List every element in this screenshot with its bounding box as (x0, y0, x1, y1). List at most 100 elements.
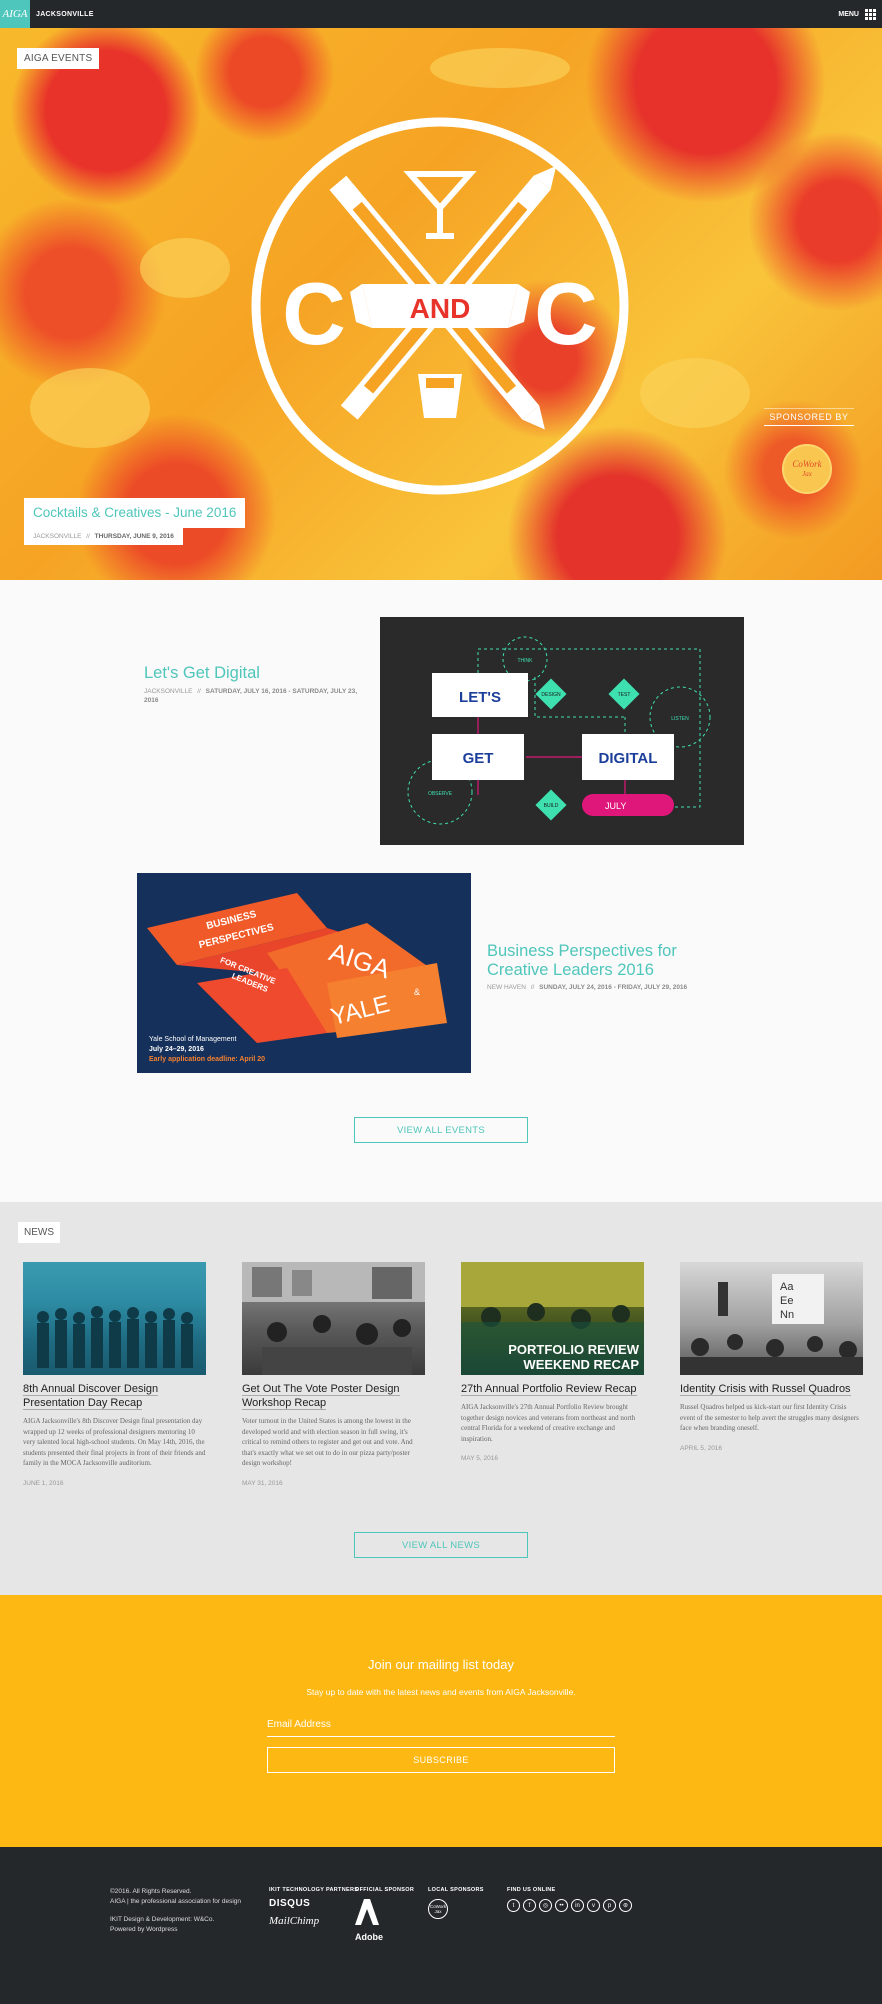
news-thumbnail[interactable] (242, 1262, 425, 1375)
cowork-jax-logo[interactable]: CoWork Jax (782, 444, 832, 494)
aiga-events-tag[interactable]: AIGA EVENTS (17, 48, 100, 69)
dev-credit[interactable]: IKIT Design & Development: W&Co. (110, 1915, 241, 1925)
group-photo (37, 1306, 193, 1368)
hero-event[interactable]: AIGA EVENTS AND C C SPONSORED BY CoWork … (0, 28, 882, 580)
news-tag[interactable]: NEWS (18, 1222, 60, 1243)
diamond-test: TEST (618, 692, 631, 698)
news-title[interactable]: Get Out The Vote Poster Design Workshop … (242, 1382, 425, 1410)
adobe-icon (355, 1899, 379, 1925)
news-date: APRIL 5, 2016 (680, 1444, 723, 1452)
subscribe-button[interactable]: SUBSCRIBE (267, 1747, 615, 1773)
news-thumbnail[interactable] (23, 1262, 206, 1375)
mailchimp-logo[interactable]: MailChimp (269, 1915, 319, 1927)
digital-pill-text: JULY (605, 801, 626, 811)
news-card[interactable]: 8th Annual Discover Design Presentation … (23, 1262, 206, 1487)
news-card[interactable]: Aa Ee Nn Identity Crisis with Russel Qua… (680, 1262, 863, 1452)
hero-texture (140, 238, 230, 298)
twitter-icon[interactable]: t (507, 1899, 520, 1912)
menu-button[interactable]: MENU (838, 0, 876, 28)
digital-word-lets: LET'S (459, 689, 501, 706)
event-image-lets-get-digital[interactable]: LET'S GET DIGITAL DESIGN TEST BUILD THIN… (380, 617, 744, 845)
meta-separator: // (530, 984, 535, 991)
emblem-left-c: C (282, 264, 346, 363)
hero-date: THURSDAY, JUNE 9, 2016 (94, 533, 174, 540)
news-excerpt: Voter turnout in the United States is am… (242, 1417, 413, 1467)
social-links: t f ◎ •• in v p ⊛ (507, 1899, 632, 1912)
local-sponsors-heading: LOCAL SPONSORS (428, 1887, 484, 1893)
instagram-icon[interactable]: ◎ (539, 1899, 552, 1912)
dribbble-icon[interactable]: ⊛ (619, 1899, 632, 1912)
sponsor-logo-line1: CoWork (792, 459, 822, 469)
powered-by[interactable]: Powered by Wordpress (110, 1925, 241, 1935)
hero-texture (430, 48, 570, 88)
hero-title-box[interactable]: Cocktails & Creatives - June 2016 (24, 498, 246, 528)
news-title[interactable]: 27th Annual Portfolio Review Recap (461, 1382, 644, 1396)
emblem-and-text: AND (410, 293, 471, 324)
circle-observe: OBSERVE (428, 791, 453, 797)
page: AIGA JACKSONVILLE MENU AIGA EVENTS AND C… (0, 0, 882, 2004)
event-title-line[interactable]: Creative Leaders 2016 (487, 961, 717, 980)
thumb-glyph: Ee (780, 1295, 793, 1307)
footer-copyright-block: ©2016. All Rights Reserved. AIGA | the p… (110, 1887, 241, 1935)
thumb-glyph: Aa (780, 1281, 794, 1293)
linkedin-icon[interactable]: in (571, 1899, 584, 1912)
news-date: MAY 31, 2016 (242, 1479, 283, 1487)
event-date: SUNDAY, JULY 24, 2016 - FRIDAY, JULY 29,… (539, 984, 688, 991)
event-image-business-perspectives[interactable]: BUSINESS PERSPECTIVES FOR CREATIVE LEADE… (137, 873, 471, 1073)
event-location: JACKSONVILLE (144, 688, 193, 695)
graphic-deadline: Early application deadline: April 20 (149, 1056, 265, 1063)
cocktails-and-creatives-emblem: AND C C (251, 117, 629, 495)
lets-get-digital-graphic: LET'S GET DIGITAL DESIGN TEST BUILD THIN… (407, 636, 711, 825)
news-date: JUNE 1, 2016 (23, 1479, 64, 1487)
vimeo-icon[interactable]: v (587, 1899, 600, 1912)
event-title-line[interactable]: Business Perspectives for (487, 942, 717, 961)
thumb-glyph: Nn (780, 1309, 794, 1321)
event-meta: JACKSONVILLE // SATURDAY, JULY 16, 2016 … (144, 687, 366, 705)
disqus-logo[interactable]: DISQUS (269, 1898, 310, 1909)
copyright-text: ©2016. All Rights Reserved. (110, 1888, 192, 1895)
find-us-heading: FIND US ONLINE (507, 1887, 556, 1893)
news-thumbnail[interactable]: PORTFOLIO REVIEW WEEKEND RECAP (461, 1262, 644, 1375)
view-all-news-button[interactable]: VIEW ALL NEWS (354, 1532, 528, 1558)
sponsored-by-label: SPONSORED BY (764, 408, 854, 426)
workshop-photo (242, 1262, 425, 1375)
email-field[interactable] (267, 1713, 615, 1737)
news-card[interactable]: PORTFOLIO REVIEW WEEKEND RECAP 27th Annu… (461, 1262, 644, 1462)
flickr-icon[interactable]: •• (555, 1899, 568, 1912)
menu-label: MENU (838, 10, 859, 18)
view-all-events-button[interactable]: VIEW ALL EVENTS (354, 1117, 528, 1143)
facebook-icon[interactable]: f (523, 1899, 536, 1912)
circle-listen: LISTEN (671, 716, 689, 722)
pinterest-icon[interactable]: p (603, 1899, 616, 1912)
emblem-right-c: C (534, 264, 598, 363)
mailing-subheading: Stay up to date with the latest news and… (306, 1687, 576, 1697)
aiga-logo[interactable]: AIGA (0, 0, 30, 28)
portfolio-review-photo: PORTFOLIO REVIEW WEEKEND RECAP (461, 1262, 644, 1375)
adobe-logo[interactable]: Adobe (355, 1899, 383, 1942)
news-title[interactable]: Identity Crisis with Russel Quadros (680, 1382, 863, 1396)
graphic-dates: July 24–29, 2016 (149, 1046, 204, 1053)
identity-crisis-photo: Aa Ee Nn (680, 1274, 863, 1375)
event-title-lets-get-digital[interactable]: Let's Get Digital (144, 664, 260, 683)
official-sponsor-heading: OFFICIAL SPONSOR (355, 1887, 415, 1893)
graphic-amp: & (414, 987, 420, 997)
diamond-build: BUILD (544, 803, 559, 809)
hero-title[interactable]: Cocktails & Creatives - June 2016 (33, 505, 236, 520)
hero-meta: JACKSONVILLE // THURSDAY, JUNE 9, 2016 (24, 528, 183, 545)
adobe-wordmark: Adobe (355, 1932, 383, 1942)
news-card[interactable]: Get Out The Vote Poster Design Workshop … (242, 1262, 425, 1487)
mailing-heading: Join our mailing list today (368, 1657, 514, 1672)
sponsor-logo-line2: Jax (802, 470, 812, 478)
hero-texture (30, 368, 150, 448)
grid-menu-icon (865, 8, 876, 20)
event-title-business-perspectives[interactable]: Business Perspectives for Creative Leade… (487, 942, 717, 980)
news-title[interactable]: 8th Annual Discover Design Presentation … (23, 1382, 206, 1410)
meta-separator: // (197, 688, 201, 695)
news-date: MAY 5, 2016 (461, 1455, 498, 1462)
circle-think: THINK (518, 658, 534, 664)
meta-separator: // (86, 533, 90, 540)
cowork-jax-footer-logo[interactable]: CoWork Jax (428, 1899, 448, 1919)
chapter-name[interactable]: JACKSONVILLE (36, 11, 94, 18)
news-thumbnail[interactable]: Aa Ee Nn (680, 1262, 863, 1375)
aiga-tagline[interactable]: AIGA | the professional association for … (110, 1897, 241, 1907)
